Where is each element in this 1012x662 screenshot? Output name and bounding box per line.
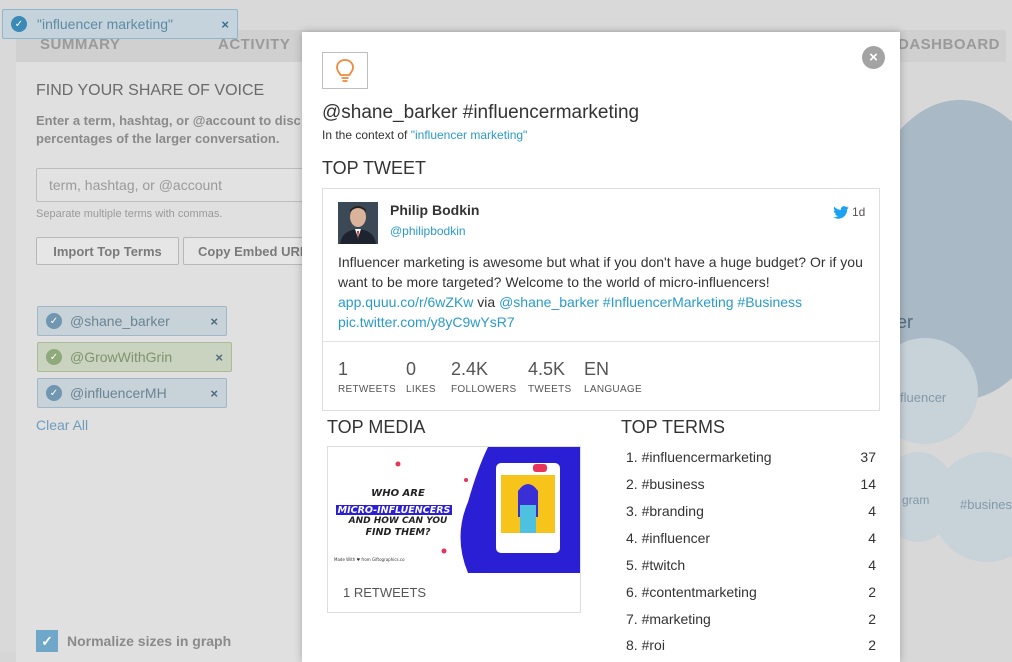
avatar[interactable] xyxy=(338,202,378,244)
check-icon: ✓ xyxy=(46,349,62,365)
term-row[interactable]: 2. #business 14 xyxy=(626,476,876,492)
modal-title: @shane_barker #influencermarketing xyxy=(322,102,640,123)
media-retweets: 1 RETWEETS xyxy=(343,585,427,600)
top-terms-heading: TOP TERMS xyxy=(621,417,726,437)
stat-tweets: 4.5K TWEETS xyxy=(528,359,572,395)
search-term-chip[interactable]: ✓ "influencer marketing" × xyxy=(2,9,238,39)
top-media-heading: TOP MEDIA xyxy=(327,417,426,437)
tab-dashboard[interactable]: DASHBOARD xyxy=(898,36,1000,53)
graph-label: #busines xyxy=(960,497,1012,512)
media-image[interactable]: WHO ARE MICRO-INFLUENCERS AND HOW CAN YO… xyxy=(328,447,580,573)
check-icon: ✓ xyxy=(46,385,62,401)
term-chip[interactable]: ✓ @shane_barker × xyxy=(37,306,227,336)
tweet-text: Influencer marketing is awesome but what… xyxy=(338,254,863,330)
stat-followers: 2.4K FOLLOWERS xyxy=(451,359,517,395)
normalize-sizes-toggle[interactable]: ✓ Normalize sizes in graph xyxy=(36,630,231,652)
stat-language: EN LANGUAGE xyxy=(584,359,642,395)
graph-label: gram xyxy=(902,493,930,507)
term-chip-label: @shane_barker xyxy=(70,313,170,329)
search-term-label: "influencer marketing" xyxy=(37,16,174,32)
copy-embed-url-button[interactable]: Copy Embed URL xyxy=(183,237,316,265)
svg-text:WHO ARE: WHO ARE xyxy=(371,488,425,499)
svg-text:ShaneBarker.com: ShaneBarker.com xyxy=(520,546,559,552)
check-icon: ✓ xyxy=(46,313,62,329)
remove-chip-icon[interactable]: × xyxy=(210,314,218,329)
term-chip[interactable]: ✓ @GrowWithGrin × xyxy=(37,342,232,372)
stat-retweets: 1 RETWEETS xyxy=(338,359,396,395)
remove-chip-icon[interactable]: × xyxy=(210,386,218,401)
tweet-pic-link[interactable]: pic.twitter.com/y8yC9wYsR7 xyxy=(338,314,515,330)
term-input[interactable] xyxy=(37,169,315,201)
remove-chip-icon[interactable]: × xyxy=(215,350,223,365)
modal-context: In the context of "influencer marketing" xyxy=(322,128,528,142)
tweet-author[interactable]: Philip Bodkin xyxy=(390,202,479,218)
term-chip-label: @influencerMH xyxy=(70,385,167,401)
term-input-wrapper xyxy=(36,168,316,202)
term-chip-label: @GrowWithGrin xyxy=(70,349,173,365)
term-row[interactable]: 7. #marketing 2 xyxy=(626,611,876,627)
twitter-bird-icon xyxy=(833,205,849,219)
top-tweet-heading: TOP TWEET xyxy=(322,158,427,178)
svg-text:AND HOW CAN YOU: AND HOW CAN YOU xyxy=(348,516,448,526)
tweet-mentions[interactable]: @shane_barker #InfluencerMarketing #Busi… xyxy=(499,294,802,310)
term-row[interactable]: 4. #influencer 4 xyxy=(626,530,876,546)
svg-text:FIND THEM?: FIND THEM? xyxy=(365,527,431,538)
normalize-sizes-label: Normalize sizes in graph xyxy=(67,633,232,649)
remove-chip-icon[interactable]: × xyxy=(221,17,229,32)
lightbulb-icon xyxy=(322,52,368,89)
term-input-hint: Separate multiple terms with commas. xyxy=(36,208,223,220)
divider xyxy=(323,341,879,342)
term-row[interactable]: 5. #twitch 4 xyxy=(626,557,876,573)
check-icon: ✓ xyxy=(11,16,27,32)
stat-likes: 0 LIKES xyxy=(406,359,436,395)
term-chip[interactable]: ✓ @influencerMH × xyxy=(37,378,227,408)
import-top-terms-button[interactable]: Import Top Terms xyxy=(36,237,179,265)
tweet-handle[interactable]: @philipbodkin xyxy=(390,224,466,238)
share-of-voice-description: Enter a term, hashtag, or @account to di… xyxy=(36,113,301,146)
term-row[interactable]: 1. #influencermarketing 37 xyxy=(626,449,876,465)
tweet-time[interactable]: 1d xyxy=(833,205,865,219)
term-row[interactable]: 6. #contentmarketing 2 xyxy=(626,584,876,600)
context-term-link[interactable]: "influencer marketing" xyxy=(411,128,528,142)
svg-text:Made With ♥ from Giftographics: Made With ♥ from Giftographics.co xyxy=(334,557,405,562)
share-of-voice-title: FIND YOUR SHARE OF VOICE xyxy=(36,82,265,99)
tweet-link[interactable]: app.quuu.co/r/6wZKw xyxy=(338,294,473,310)
term-row[interactable]: 3. #branding 4 xyxy=(626,503,876,519)
term-row[interactable]: 8. #roi 2 xyxy=(626,637,876,653)
checkbox-checked-icon[interactable]: ✓ xyxy=(36,630,58,652)
svg-text:MICRO-INFLUENCERS: MICRO-INFLUENCERS xyxy=(338,505,451,516)
graph-label: fluencer xyxy=(900,390,947,405)
clear-all-link[interactable]: Clear All xyxy=(36,417,88,433)
close-icon[interactable]: × xyxy=(862,46,885,69)
